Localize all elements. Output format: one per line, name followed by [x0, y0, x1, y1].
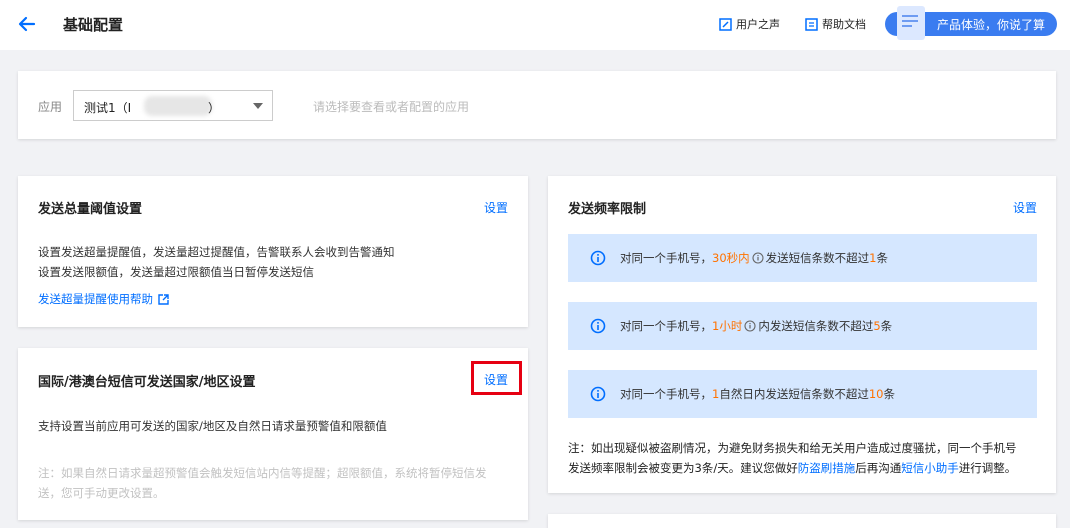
info-icon [590, 250, 606, 266]
rule-count: 1 [869, 251, 877, 265]
edit-icon [719, 17, 732, 31]
rule-middle: 自然日内发送短信条数不超过 [719, 387, 869, 401]
rate-rule: 对同一个手机号， 1 自然日内发送短信条数不超过 10 条 [568, 370, 1037, 418]
app-select[interactable]: 测试1（I ） [73, 90, 273, 121]
app-hint: 请选择要查看或者配置的应用 [313, 100, 470, 114]
overage-help-link[interactable]: 发送超量提醒使用帮助 [38, 291, 169, 307]
intl-note-line-1: 注：如果自然日请求量超预警值会触发短信站内信等提醒；超限额值，系统将暂停短信发 [38, 466, 487, 480]
redacted-app-id [144, 96, 212, 116]
chevron-down-icon [253, 103, 263, 109]
overage-help-label: 发送超量提醒使用帮助 [38, 292, 153, 306]
page-title: 基础配置 [63, 16, 124, 34]
rate-note-line-1: 注：如出现疑似被盗刷情况，为避免财务损失和给无关用户造成过度骚扰，同一个手机号 [568, 441, 1017, 455]
rate-limit-set-button[interactable]: 设置 [1013, 199, 1037, 216]
help-docs-link[interactable]: 帮助文档 [805, 16, 866, 32]
rate-note-text-b: 后再沟通 [855, 461, 902, 475]
total-threshold-desc: 设置发送超量提醒值，发送量超过提醒值，告警联系人会收到告警通知 设置发送限额值，… [38, 242, 395, 282]
desc-line-1: 设置发送超量提醒值，发送量超过提醒值，告警联系人会收到告警通知 [38, 245, 395, 259]
rule-count: 5 [873, 319, 881, 333]
rule-count: 10 [868, 387, 884, 401]
intl-settings-title: 国际/港澳台短信可发送国家/地区设置 [38, 375, 256, 390]
app-label: 应用 [38, 100, 63, 114]
rate-rule: 对同一个手机号， 1小时 内发送短信条数不超过 5 条 [568, 302, 1037, 350]
rule-prefix: 对同一个手机号， [620, 387, 712, 401]
total-threshold-set-button[interactable]: 设置 [484, 199, 508, 216]
rule-period: 1 [712, 387, 720, 401]
rule-prefix: 对同一个手机号， [620, 251, 712, 265]
help-circle-icon[interactable] [752, 252, 764, 264]
user-voice-label: 用户之声 [736, 18, 780, 31]
rule-prefix: 对同一个手机号， [620, 319, 712, 333]
top-bar: 基础配置 用户之声 帮助文档 产品体验，你说了算 [0, 0, 1070, 50]
info-icon [590, 386, 606, 402]
rule-suffix: 条 [876, 251, 888, 265]
intl-settings-desc: 支持设置当前应用可发送的国家/地区及自然日请求量预警值和限额值 [38, 419, 387, 433]
document-icon [805, 17, 818, 31]
rate-limit-note: 注：如出现疑似被盗刷情况，为避免财务损失和给无关用户造成过度骚扰，同一个手机号 … [568, 438, 1040, 478]
back-arrow-icon[interactable] [17, 14, 37, 34]
feedback-doc-icon [897, 6, 925, 40]
anti-fraud-link[interactable]: 防盗刷措施 [798, 461, 856, 475]
rule-suffix: 条 [880, 319, 893, 333]
total-threshold-title: 发送总量阈值设置 [38, 202, 143, 217]
intl-note-line-2: 送，您可手动更改设置。 [38, 486, 165, 500]
rule-period: 30秒内 [712, 251, 750, 265]
desc-line-2: 设置发送限额值，发送量超过限额值当日暂停发送短信 [38, 265, 314, 279]
app-select-value: 测试1（I [84, 101, 132, 115]
help-docs-label: 帮助文档 [822, 18, 866, 31]
external-link-icon [158, 293, 169, 305]
rate-limit-title: 发送频率限制 [568, 202, 647, 217]
app-select-value-suffix: ） [208, 101, 221, 115]
intl-settings-note: 注：如果自然日请求量超预警值会触发短信站内信等提醒；超限额值，系统将暂停短信发 … [38, 463, 487, 503]
help-circle-icon[interactable] [744, 320, 756, 332]
annotation-highlight-box [471, 361, 522, 395]
rate-rule: 对同一个手机号， 30秒内 发送短信条数不超过 1 条 [568, 234, 1037, 282]
rule-suffix: 条 [883, 387, 895, 401]
rule-period: 1小时 [712, 319, 743, 333]
next-card [548, 514, 1056, 528]
feedback-label: 产品体验，你说了算 [937, 18, 1046, 32]
rule-middle: 发送短信条数不超过 [765, 251, 870, 265]
info-icon [590, 318, 606, 334]
rate-note-text-a: 发送频率限制会被变更为3条/天。建议您做好 [568, 461, 798, 475]
sms-assistant-link[interactable]: 短信小助手 [901, 461, 959, 475]
feedback-button[interactable]: 产品体验，你说了算 [885, 6, 1057, 40]
rule-middle: 内发送短信条数不超过 [758, 319, 874, 333]
user-voice-link[interactable]: 用户之声 [719, 16, 780, 32]
rate-note-line-2: 发送频率限制会被变更为3条/天。建议您做好防盗刷措施后再沟通短信小助手进行调整。 [568, 458, 1040, 478]
rate-note-text-c: 进行调整。 [958, 461, 1017, 475]
